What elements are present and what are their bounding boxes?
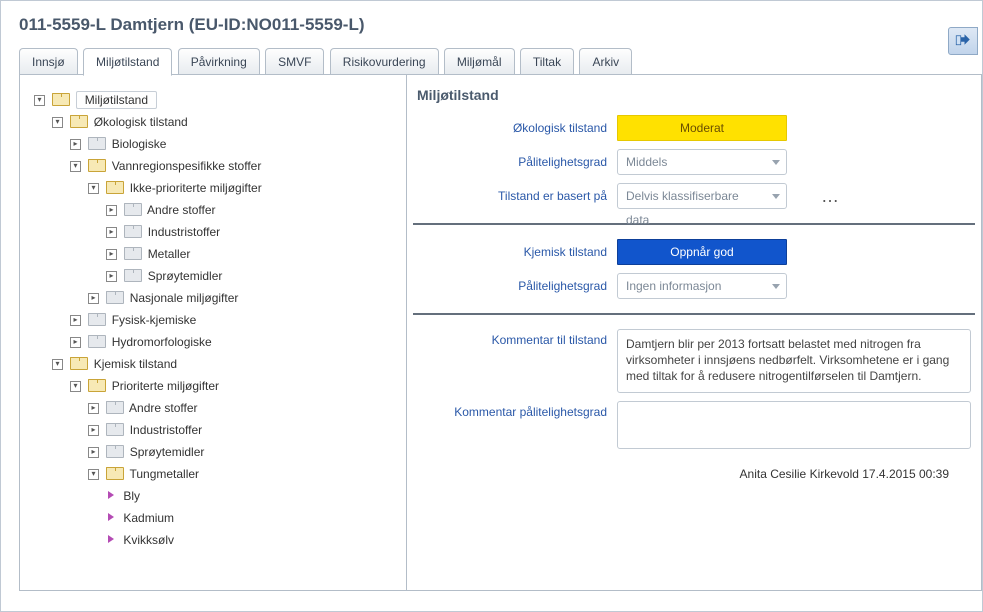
folder-icon <box>88 379 104 392</box>
toggle-icon[interactable] <box>106 249 117 260</box>
toggle-icon[interactable] <box>52 117 63 128</box>
leaf-icon <box>108 513 114 521</box>
palitelighet2-select[interactable]: Ingen informasjon <box>617 273 787 299</box>
tree-metaller[interactable]: Metaller <box>106 243 406 265</box>
folder-icon <box>88 137 104 150</box>
palitelighet2-label: Pålitelighetsgrad <box>411 279 617 293</box>
tree-sproytemidler2[interactable]: Sprøytemidler <box>88 441 406 463</box>
folder-icon <box>124 247 140 260</box>
tab-smvf[interactable]: SMVF <box>265 48 324 75</box>
last-modified-signature: Anita Cesilie Kirkevold 17.4.2015 00:39 <box>411 467 949 481</box>
leaf-icon <box>108 491 114 499</box>
folder-icon <box>106 423 122 436</box>
folder-icon <box>88 159 104 172</box>
page-title: 011-5559-L Damtjern (EU-ID:NO011-5559-L) <box>19 15 982 35</box>
tab-tiltak[interactable]: Tiltak <box>520 48 574 75</box>
toggle-icon[interactable] <box>106 227 117 238</box>
folder-icon <box>106 401 122 414</box>
tab-arkiv[interactable]: Arkiv <box>579 48 632 75</box>
tree-industristoffer2[interactable]: Industristoffer <box>88 419 406 441</box>
tab-risikovurdering[interactable]: Risikovurdering <box>330 48 439 75</box>
section-title: Miljøtilstand <box>417 87 977 103</box>
tree-kjemisk[interactable]: Kjemisk tilstand Prioriterte miljøgifter <box>52 353 406 551</box>
toggle-icon[interactable] <box>106 205 117 216</box>
palitelighet1-label: Pålitelighetsgrad <box>411 155 617 169</box>
toggle-icon[interactable] <box>70 161 81 172</box>
tree-kvikksolv[interactable]: Kvikksølv <box>106 529 406 551</box>
tree-pane[interactable]: Miljøtilstand Økologisk tilstand Biologi… <box>19 75 407 591</box>
leaf-icon <box>108 535 114 543</box>
folder-icon <box>124 225 140 238</box>
divider <box>413 223 975 225</box>
toggle-icon[interactable] <box>70 139 81 150</box>
folder-icon <box>70 115 86 128</box>
tree-bly[interactable]: Bly <box>106 485 406 507</box>
tree-ikke-prioriterte[interactable]: Ikke-prioriterte miljøgifter Andre stoff… <box>88 177 406 287</box>
tab-miljomal[interactable]: Miljømål <box>444 48 515 75</box>
tree-prioriterte[interactable]: Prioriterte miljøgifter Andre stoffer <box>70 375 406 551</box>
folder-icon <box>70 357 86 370</box>
tree-fysisk-kjem[interactable]: Fysisk-kjemiske <box>70 309 406 331</box>
tree-root-label: Miljøtilstand <box>76 91 157 109</box>
tree-tungmetaller[interactable]: Tungmetaller Bly <box>88 463 406 551</box>
content-body: Miljøtilstand Økologisk tilstand Biologi… <box>19 75 982 591</box>
tree-biologiske[interactable]: Biologiske <box>70 133 406 155</box>
toggle-icon[interactable] <box>70 315 81 326</box>
toggle-icon[interactable] <box>70 337 81 348</box>
app-window: 011-5559-L Damtjern (EU-ID:NO011-5559-L)… <box>0 0 983 612</box>
tab-pavirkning[interactable]: Påvirkning <box>178 48 260 75</box>
tree-nasjonale[interactable]: Nasjonale miljøgifter <box>88 287 406 309</box>
folder-icon <box>52 93 68 106</box>
tree-okologisk[interactable]: Økologisk tilstand Biologiske <box>52 111 406 353</box>
folder-icon <box>88 335 104 348</box>
divider <box>413 313 975 315</box>
folder-icon <box>106 467 122 480</box>
toggle-icon[interactable] <box>106 271 117 282</box>
kjemisk-tilstand-label: Kjemisk tilstand <box>411 245 617 259</box>
tab-bar: Innsjø Miljøtilstand Påvirkning SMVF Ris… <box>19 47 982 75</box>
kommentar-tilstand-label: Kommentar til tilstand <box>411 329 617 347</box>
folder-icon <box>106 445 122 458</box>
tree-andre-stoffer2[interactable]: Andre stoffer <box>88 397 406 419</box>
tree-andre-stoffer[interactable]: Andre stoffer <box>106 199 406 221</box>
okologisk-tilstand-label: Økologisk tilstand <box>411 121 617 135</box>
toggle-icon[interactable] <box>52 359 63 370</box>
form-pane: Miljøtilstand Økologisk tilstand Moderat… <box>407 75 982 591</box>
toggle-icon[interactable] <box>88 447 99 458</box>
tree-kadmium[interactable]: Kadmium <box>106 507 406 529</box>
toggle-icon[interactable] <box>34 95 45 106</box>
kommentar-tilstand-textarea[interactable]: Damtjern blir per 2013 fortsatt belastet… <box>617 329 971 393</box>
folder-icon <box>88 313 104 326</box>
folder-icon <box>106 181 122 194</box>
toggle-icon[interactable] <box>88 183 99 194</box>
basert-pa-select[interactable]: Delvis klassifiserbare data <box>617 183 787 209</box>
kjemisk-tilstand-badge: Oppnår god <box>617 239 787 265</box>
toggle-icon[interactable] <box>88 403 99 414</box>
tab-miljotilstand[interactable]: Miljøtilstand <box>83 48 172 76</box>
okologisk-tilstand-badge: Moderat <box>617 115 787 141</box>
folder-icon <box>124 203 140 216</box>
kommentar-palitelighet-label: Kommentar pålitelighetsgrad <box>411 401 617 419</box>
tree-industristoffer[interactable]: Industristoffer <box>106 221 406 243</box>
tab-innsjo[interactable]: Innsjø <box>19 48 78 75</box>
basert-pa-label: Tilstand er basert på <box>411 189 617 203</box>
tree-sproytemidler[interactable]: Sprøytemidler <box>106 265 406 287</box>
toggle-icon[interactable] <box>88 425 99 436</box>
tree-root[interactable]: Miljøtilstand Økologisk tilstand Biologi… <box>34 89 406 551</box>
tree-hydromorf[interactable]: Hydromorfologiske <box>70 331 406 353</box>
folder-icon <box>106 291 122 304</box>
toggle-icon[interactable] <box>88 293 99 304</box>
toggle-icon[interactable] <box>88 469 99 480</box>
toggle-icon[interactable] <box>70 381 81 392</box>
folder-icon <box>124 269 140 282</box>
more-options-button[interactable]: … <box>821 186 841 207</box>
kommentar-palitelighet-textarea[interactable] <box>617 401 971 449</box>
palitelighet1-select[interactable]: Middels <box>617 149 787 175</box>
tree-vannregion[interactable]: Vannregionspesifikke stoffer Ikke-priori… <box>70 155 406 309</box>
